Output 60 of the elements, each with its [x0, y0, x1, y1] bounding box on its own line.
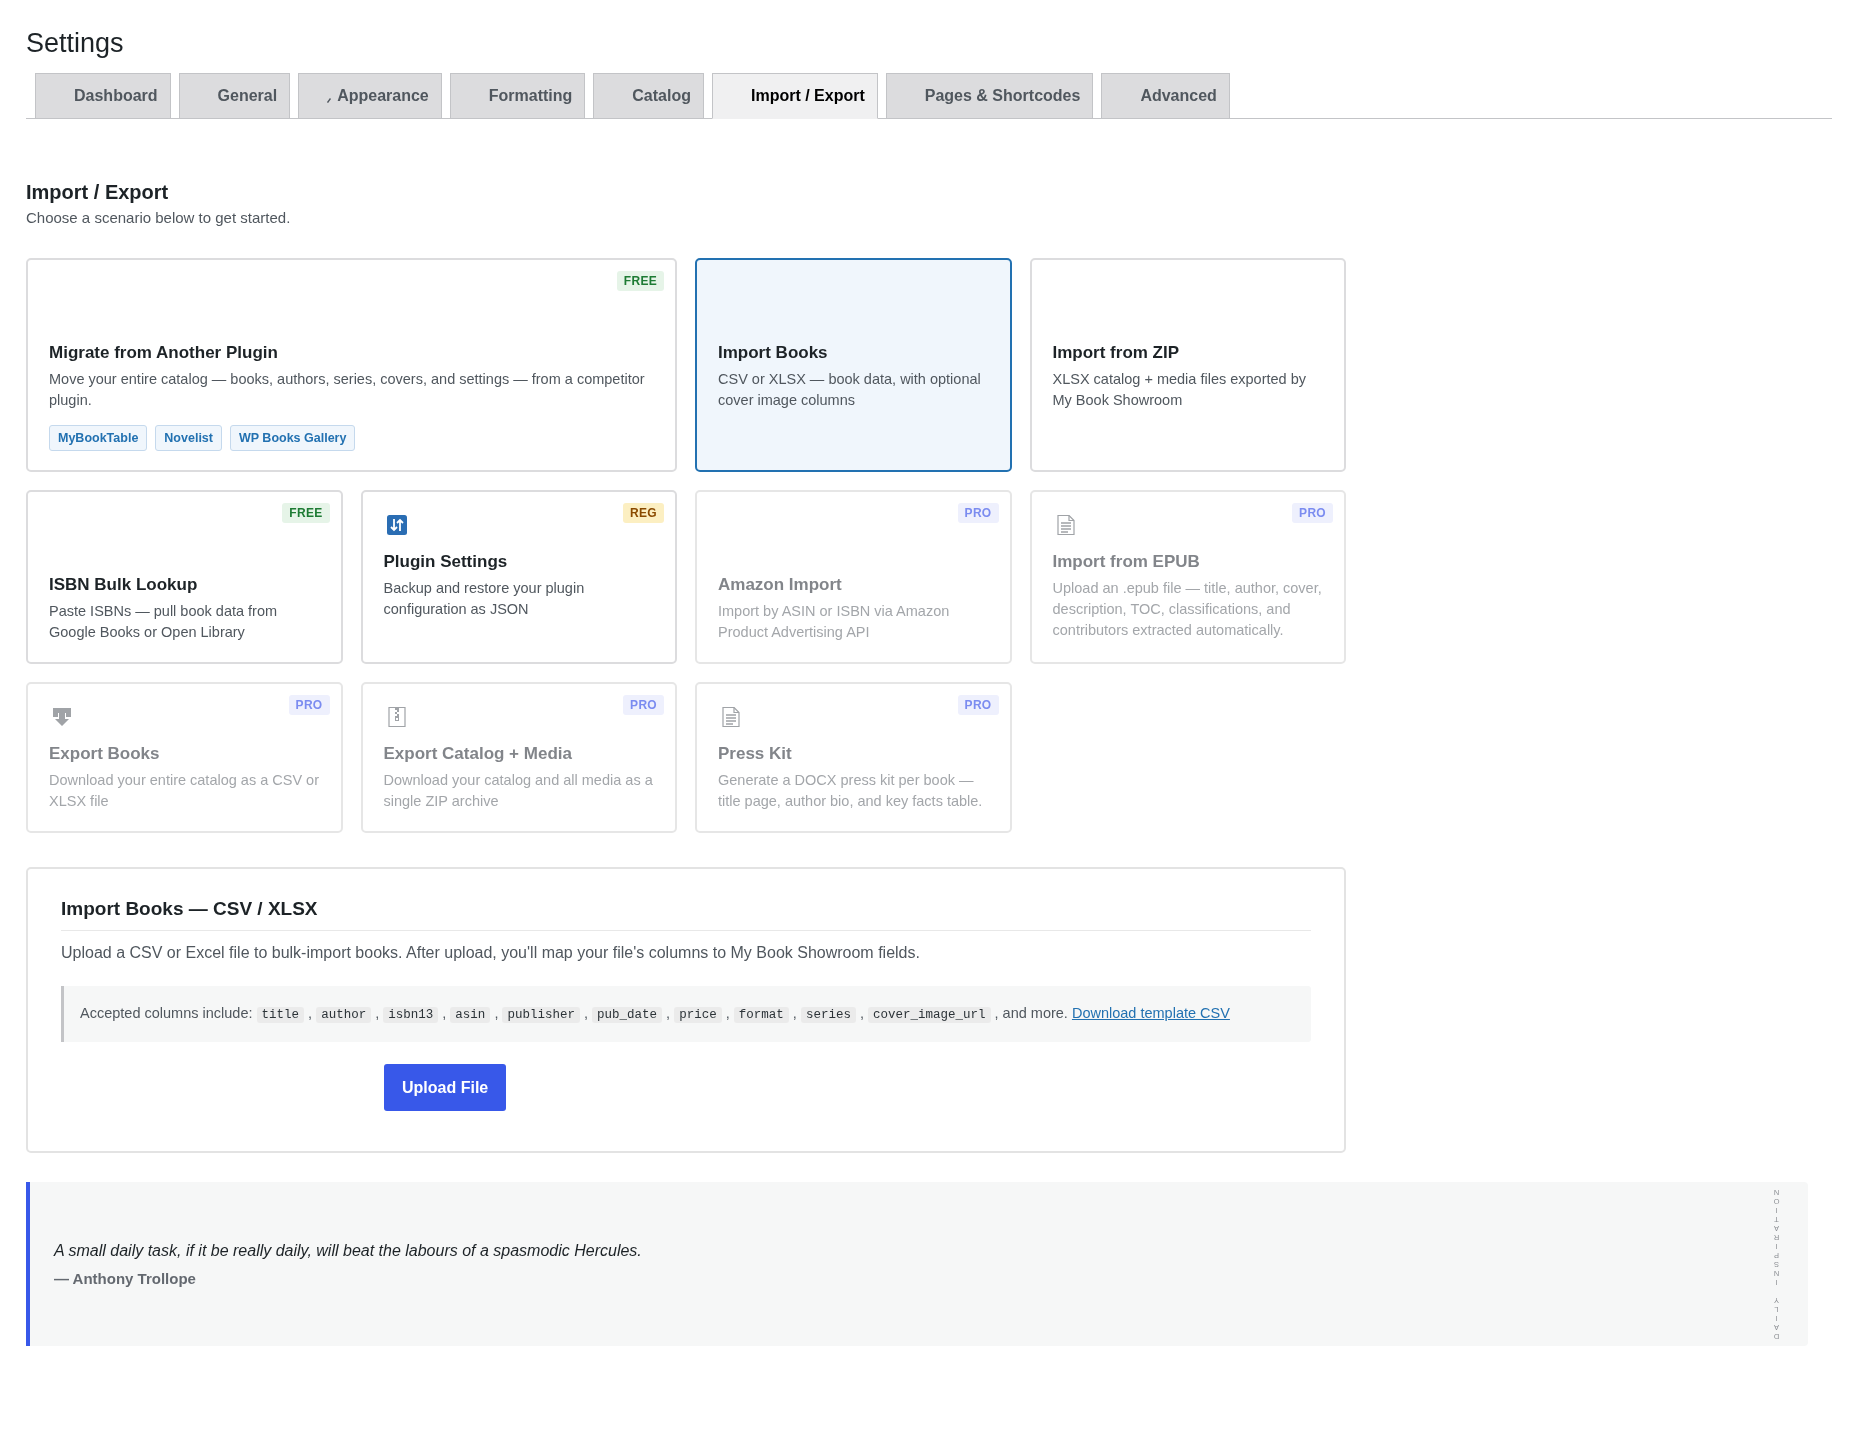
arrows-icon: [386, 515, 407, 535]
plugin-tag: MyBookTable: [49, 425, 148, 451]
zip-file-icon: [386, 707, 407, 727]
settings-tab[interactable]: Appearance: [298, 73, 442, 118]
settings-tab[interactable]: Advanced: [1101, 73, 1230, 118]
card-description: Paste ISBNs — pull book data from Google Books or Open Library: [49, 602, 279, 642]
card-description: Move your entire catalog — books, authors, series, covers, and settings — from a competitor plugin.: [49, 370, 646, 410]
document-icon: [1055, 515, 1076, 535]
plan-badge: FREE: [616, 271, 664, 291]
scenario-card[interactable]: REG Plugin Settings Backup and restore your plugin configuration as JSON: [360, 490, 677, 664]
plan-badge: PRO: [957, 503, 999, 523]
card-description: Download your entire catalog as a CSV or XLSX file: [49, 771, 320, 811]
settings-tab[interactable]: Pages & Shortcodes: [885, 73, 1094, 118]
slash-icon: [327, 97, 332, 103]
plugin-tag: Novelist: [155, 425, 222, 451]
plan-badge: PRO: [288, 695, 330, 715]
page-title: Settings: [26, 27, 125, 60]
plan-badge: PRO: [623, 695, 664, 715]
scenario-card[interactable]: Import from ZIP XLSX catalog + media files exported by My Book Showroom: [1029, 258, 1346, 472]
plan-badge: PRO: [1292, 503, 1333, 523]
panel-description: Upload a CSV or Excel file to bulk-import books. After upload, you'll map your file's columns to My Book Showroom fields.: [61, 943, 921, 963]
plan-badge: PRO: [957, 695, 999, 715]
card-description: Download your catalog and all media as a single ZIP archive: [383, 771, 654, 811]
upload-file-button[interactable]: Upload File: [384, 1064, 507, 1111]
card-description: Upload an .epub file — title, author, cover, description, TOC, classifications, and contributors extracted automatically.: [1052, 579, 1323, 640]
plan-badge: REG: [623, 503, 664, 523]
card-title: Press Kit: [718, 743, 793, 765]
card-title: Import Books: [718, 342, 829, 364]
scenario-card[interactable]: Import Books CSV or XLSX — book data, with optional cover image columns: [695, 258, 1012, 472]
document-icon: [721, 707, 741, 727]
scenario-card[interactable]: FREE ISBN Bulk Lookup Paste ISBNs — pull book data from Google Books or Open Library: [26, 490, 343, 664]
settings-tab[interactable]: Import / Export: [712, 73, 878, 119]
card-title: Export Books: [49, 743, 161, 765]
quote-text: A small daily task, if it be really daily, will beat the labours of a spasmodic Hercules.: [54, 1241, 643, 1261]
card-title: Amazon Import: [718, 574, 843, 596]
settings-tab[interactable]: General: [178, 73, 291, 118]
card-title: Export Catalog + Media: [383, 743, 573, 765]
card-title: ISBN Bulk Lookup: [49, 574, 199, 596]
card-title: Migrate from Another Plugin: [49, 342, 279, 364]
card-description: Import by ASIN or ISBN via Amazon Product Advertising API: [718, 602, 951, 642]
settings-tab[interactable]: Formatting: [449, 73, 586, 118]
card-description: CSV or XLSX — book data, with optional cover image columns: [718, 370, 982, 410]
scenario-card[interactable]: FREE Migrate from Another Plugin Move your entire catalog — books, authors, series, covers, and settings — from a competitor plugin. MyBookTable Novelist WP Books Gallery: [26, 258, 677, 472]
card-title: Import from ZIP: [1052, 342, 1181, 364]
settings-tab[interactable]: Dashboard: [35, 73, 171, 118]
download-template-link[interactable]: Download template CSV: [1071, 1005, 1230, 1021]
settings-tab[interactable]: Catalog: [593, 73, 704, 118]
card-description: Generate a DOCX press kit per book — title page, author bio, and key facts table.: [718, 771, 984, 811]
panel-title: Import Books — CSV / XLSX: [61, 896, 1311, 931]
card-title: Import from EPUB: [1052, 551, 1201, 573]
accepted-columns-text: Accepted columns include: title , author , isbn13 , asin , publisher , pub_date , price , format , series , cover_image_url , and more. Download template CSV: [80, 1004, 1231, 1025]
plugin-tag: WP Books Gallery: [230, 425, 356, 451]
download-icon: [52, 707, 72, 727]
card-title: Plugin Settings: [383, 551, 509, 573]
section-title: Import / Export: [26, 180, 170, 205]
quote-author: — Anthony Trollope: [54, 1269, 197, 1289]
card-description: Backup and restore your plugin configuration as JSON: [383, 579, 586, 619]
section-subtitle: Choose a scenario below to get started.: [26, 208, 292, 228]
card-description: XLSX catalog + media files exported by My Book Showroom: [1052, 370, 1307, 410]
plan-badge: FREE: [282, 503, 330, 523]
